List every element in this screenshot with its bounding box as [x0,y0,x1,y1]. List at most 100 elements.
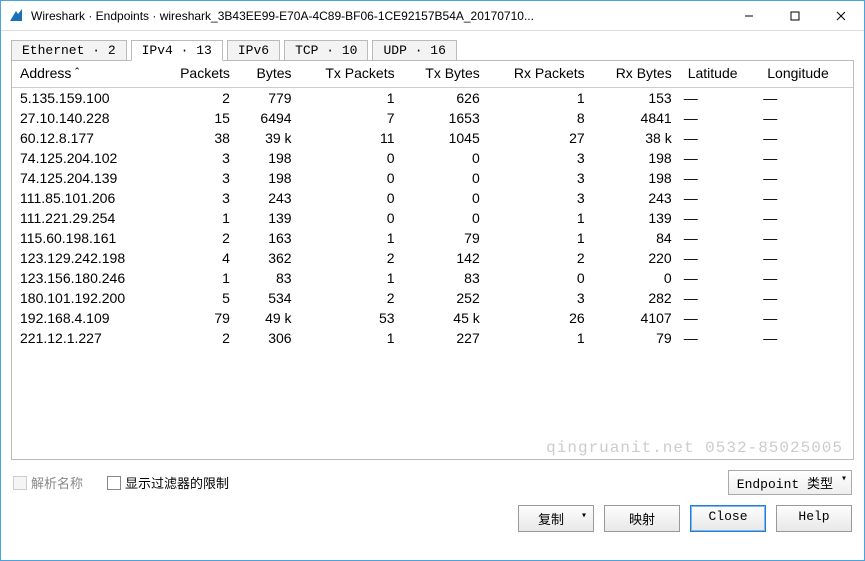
minimize-button[interactable] [726,1,772,31]
tab-udp[interactable]: UDP · 16 [372,40,456,61]
cell-bytes: 243 [238,188,300,208]
table-row[interactable]: 74.125.204.1023198003198—— [12,148,853,168]
cell-txp: 1 [300,88,403,109]
cell-lon: — [759,108,853,128]
table-row[interactable]: 221.12.1.22723061227179—— [12,328,853,348]
cell-txp: 1 [300,328,403,348]
table-row[interactable]: 27.10.140.2281564947165384841—— [12,108,853,128]
table-row[interactable]: 123.129.242.198436221422220—— [12,248,853,268]
col-longitude[interactable]: Longitude [759,61,853,88]
cell-rxp: 8 [488,108,593,128]
cell-addr: 60.12.8.177 [12,128,158,148]
cell-lon: — [759,308,853,328]
cell-lat: — [680,328,760,348]
cell-txb: 626 [403,88,488,109]
cell-lat: — [680,88,760,109]
table-row[interactable]: 111.85.101.2063243003243—— [12,188,853,208]
cell-addr: 74.125.204.139 [12,168,158,188]
tab-tcp[interactable]: TCP · 10 [284,40,368,61]
cell-bytes: 83 [238,268,300,288]
cell-txp: 0 [300,148,403,168]
table-row[interactable]: 111.221.29.2541139001139—— [12,208,853,228]
cell-lon: — [759,128,853,148]
col-address[interactable]: Address⌃ [12,61,158,88]
cell-rxp: 27 [488,128,593,148]
cell-txp: 1 [300,268,403,288]
cell-packets: 15 [158,108,238,128]
cell-bytes: 198 [238,168,300,188]
cell-txb: 227 [403,328,488,348]
cell-txb: 252 [403,288,488,308]
cell-lat: — [680,308,760,328]
col-rx-bytes[interactable]: Rx Bytes [593,61,680,88]
cell-addr: 221.12.1.227 [12,328,158,348]
col-tx-packets[interactable]: Tx Packets [300,61,403,88]
cell-lat: — [680,128,760,148]
cell-lat: — [680,228,760,248]
maximize-button[interactable] [772,1,818,31]
cell-packets: 38 [158,128,238,148]
cell-packets: 2 [158,88,238,109]
window-controls [726,1,864,31]
titlebar: Wireshark · Endpoints · wireshark_3B43EE… [1,1,864,31]
cell-lat: — [680,268,760,288]
cell-addr: 5.135.159.100 [12,88,158,109]
cell-bytes: 534 [238,288,300,308]
tab-ipv4[interactable]: IPv4 · 13 [131,40,223,61]
tab-ethernet[interactable]: Ethernet · 2 [11,40,127,61]
col-tx-bytes[interactable]: Tx Bytes [403,61,488,88]
cell-lon: — [759,288,853,308]
cell-txp: 0 [300,188,403,208]
cell-bytes: 39 k [238,128,300,148]
endpoint-type-combo[interactable]: Endpoint 类型 [728,470,852,495]
help-button[interactable]: Help [776,505,852,532]
table-row[interactable]: 60.12.8.1773839 k1110452738 k—— [12,128,853,148]
cell-packets: 5 [158,288,238,308]
cell-rxb: 220 [593,248,680,268]
watermark-text: qingruanit.net 0532-85025005 [546,439,843,457]
tab-ipv6[interactable]: IPv6 [227,40,280,61]
limit-filter-label: 显示过滤器的限制 [125,473,229,492]
resolve-names-checkbox[interactable]: 解析名称 [13,473,83,492]
endpoint-type-label: Endpoint 类型 [737,477,833,492]
cell-rxp: 26 [488,308,593,328]
endpoints-table-wrap[interactable]: Address⌃PacketsBytesTx PacketsTx BytesRx… [11,60,854,460]
cell-rxp: 3 [488,288,593,308]
col-bytes[interactable]: Bytes [238,61,300,88]
copy-button[interactable]: 复制 [518,505,594,532]
sort-asc-icon: ⌃ [73,66,81,76]
close-button[interactable] [818,1,864,31]
table-row[interactable]: 74.125.204.1393198003198—— [12,168,853,188]
cell-addr: 192.168.4.109 [12,308,158,328]
cell-rxb: 4841 [593,108,680,128]
cell-txp: 2 [300,248,403,268]
cell-rxb: 153 [593,88,680,109]
table-row[interactable]: 123.156.180.24618318300—— [12,268,853,288]
cell-txp: 0 [300,208,403,228]
close-dialog-button[interactable]: Close [690,505,766,532]
col-latitude[interactable]: Latitude [680,61,760,88]
cell-packets: 3 [158,188,238,208]
cell-txb: 142 [403,248,488,268]
cell-packets: 4 [158,248,238,268]
table-row[interactable]: 192.168.4.1097949 k5345 k264107—— [12,308,853,328]
cell-addr: 123.129.242.198 [12,248,158,268]
limit-filter-checkbox[interactable]: 显示过滤器的限制 [107,473,229,492]
table-row[interactable]: 115.60.198.1612163179184—— [12,228,853,248]
cell-txp: 7 [300,108,403,128]
col-packets[interactable]: Packets [158,61,238,88]
cell-packets: 3 [158,168,238,188]
cell-lat: — [680,288,760,308]
col-rx-packets[interactable]: Rx Packets [488,61,593,88]
map-button[interactable]: 映射 [604,505,680,532]
cell-lat: — [680,208,760,228]
table-row[interactable]: 5.135.159.100277916261153—— [12,88,853,109]
cell-rxb: 243 [593,188,680,208]
cell-lon: — [759,168,853,188]
protocol-tabs: Ethernet · 2IPv4 · 13IPv6TCP · 10UDP · 1… [11,39,854,60]
table-row[interactable]: 180.101.192.200553422523282—— [12,288,853,308]
cell-lon: — [759,188,853,208]
checkbox-icon [13,476,27,490]
cell-bytes: 163 [238,228,300,248]
cell-addr: 27.10.140.228 [12,108,158,128]
